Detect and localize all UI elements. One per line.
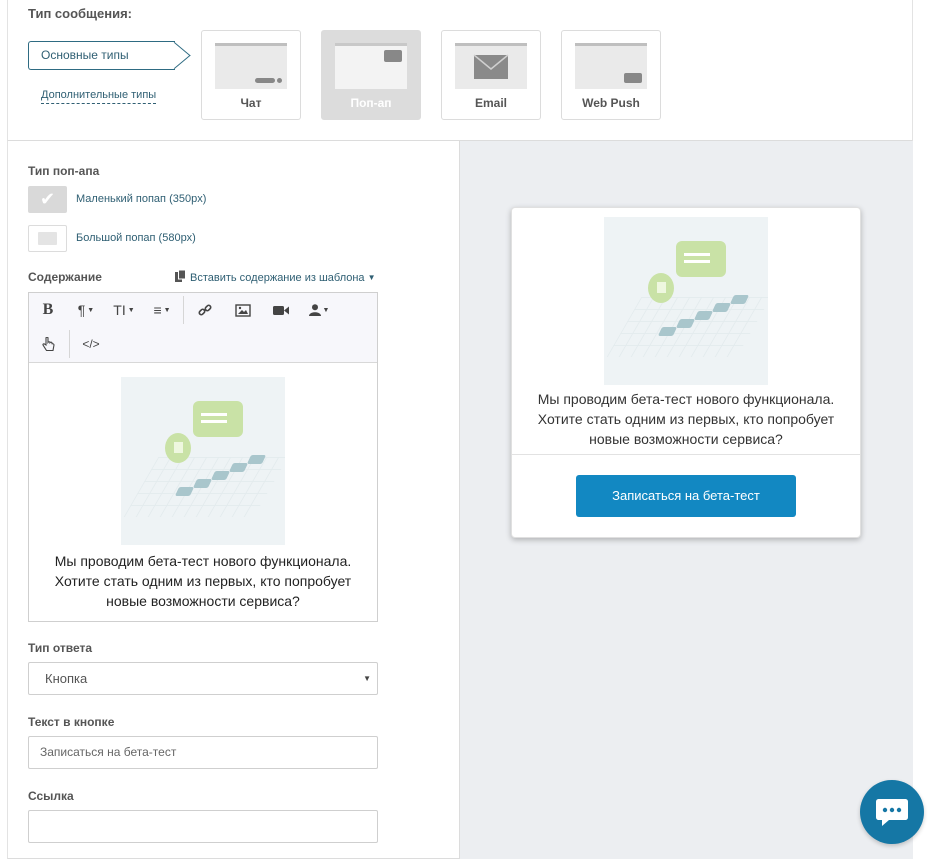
- editor-body-text[interactable]: Мы проводим бета-тест нового функционала…: [29, 551, 377, 611]
- align-button[interactable]: ≡ ▼: [143, 294, 181, 326]
- popup-preview-area: Мы проводим бета-тест нового функционала…: [460, 141, 913, 859]
- content-label: Содержание: [28, 270, 102, 284]
- popup-type-label: Тип поп-апа: [28, 164, 100, 178]
- chat-bubble-icon: [876, 799, 908, 826]
- hand-pointer-icon: [41, 336, 55, 351]
- type-card-webpush[interactable]: Web Push: [561, 30, 661, 120]
- type-card-chat[interactable]: Чат: [201, 30, 301, 120]
- font-size-icon: TI: [113, 302, 126, 318]
- check-icon[interactable]: ✔: [28, 185, 67, 213]
- type-card-label: Чат: [240, 96, 262, 110]
- popup-size-large-label: Большой попап (580px): [76, 232, 196, 244]
- align-icon: ≡: [153, 302, 162, 318]
- popup-preview-card: Мы проводим бета-тест нового функционала…: [511, 207, 861, 538]
- link-icon: [198, 304, 212, 316]
- chevron-down-icon: ▼: [363, 674, 371, 683]
- insert-template-label: Вставить содержание из шаблона: [190, 271, 365, 284]
- preview-text-line: новые возможности сервиса?: [589, 431, 783, 447]
- copy-document-icon: [175, 269, 186, 285]
- video-camera-icon: [273, 305, 289, 315]
- popup-size-large[interactable]: Большой попап (580px): [28, 224, 196, 252]
- user-variable-button[interactable]: ▼: [300, 294, 338, 326]
- user-icon: [308, 304, 321, 316]
- code-view-button[interactable]: </>: [72, 328, 110, 360]
- insert-template-link[interactable]: Вставить содержание из шаблона ▼: [175, 269, 376, 285]
- content-editor[interactable]: B ¶ ▼ TI ▼ ≡ ▼ ▼ </> Мы проводим бета-те…: [28, 292, 378, 622]
- link-button[interactable]: [186, 294, 224, 326]
- message-type-title: Тип сообщения:: [28, 6, 132, 21]
- video-button[interactable]: [262, 294, 300, 326]
- paragraph-icon: ¶: [77, 302, 86, 318]
- preview-text-line: Хотите стать одним из первых, кто попроб…: [537, 411, 835, 427]
- type-card-label: Поп-ап: [350, 96, 392, 110]
- link-label: Ссылка: [28, 789, 74, 803]
- tab-primary-types[interactable]: Основные типы: [28, 41, 175, 70]
- editor-text-line: Мы проводим бета-тест нового функционала…: [54, 553, 352, 569]
- preview-text-line: Мы проводим бета-тест нового функционала…: [537, 391, 835, 407]
- popup-preview-text: Мы проводим бета-тест нового функционала…: [512, 389, 860, 449]
- bold-button[interactable]: B: [29, 294, 67, 326]
- response-type-value: Кнопка: [45, 671, 88, 686]
- image-button[interactable]: [224, 294, 262, 326]
- caret-down-icon: ▼: [367, 273, 376, 282]
- envelope-icon: [455, 43, 527, 89]
- type-card-email[interactable]: Email: [441, 30, 541, 120]
- font-size-button[interactable]: TI ▼: [105, 294, 143, 326]
- response-type-label: Тип ответа: [28, 641, 93, 655]
- button-text-label: Текст в кнопке: [28, 715, 115, 729]
- editor-toolbar: B ¶ ▼ TI ▼ ≡ ▼ ▼ </>: [29, 293, 377, 363]
- button-text-input[interactable]: Записаться на бета-тест: [28, 736, 378, 769]
- beta-test-illustration: [121, 377, 285, 545]
- popup-preview-icon: [335, 43, 407, 89]
- beta-signup-button[interactable]: Записаться на бета-тест: [576, 475, 796, 517]
- popup-size-small-label: Маленький попап (350px): [76, 193, 207, 205]
- tab-additional-types[interactable]: Дополнительные типы: [41, 89, 157, 104]
- divider: [512, 454, 860, 455]
- message-type-panel: Тип сообщения: Основные типы Дополнитель…: [7, 0, 913, 141]
- webpush-preview-icon: [575, 43, 647, 89]
- popup-size-small[interactable]: ✔ Маленький попап (350px): [28, 185, 206, 213]
- beta-test-illustration: [604, 217, 768, 385]
- pointer-button[interactable]: [29, 328, 67, 360]
- settings-panel: Тип поп-апа ✔ Маленький попап (350px) Бо…: [7, 141, 460, 859]
- code-icon: </>: [82, 337, 100, 351]
- paragraph-button[interactable]: ¶ ▼: [67, 294, 105, 326]
- editor-text-line: новые возможности сервиса?: [106, 593, 300, 609]
- type-card-popup[interactable]: Поп-ап: [321, 30, 421, 120]
- response-type-select[interactable]: Кнопка ▼: [28, 662, 378, 695]
- chat-widget-button[interactable]: [860, 780, 924, 844]
- popup-size-large-box[interactable]: [28, 224, 67, 252]
- link-input[interactable]: [28, 810, 378, 843]
- type-card-label: Email: [474, 96, 507, 110]
- type-card-label: Web Push: [582, 96, 640, 110]
- editor-text-line: Хотите стать одним из первых, кто попроб…: [54, 573, 352, 589]
- chat-preview-icon: [215, 43, 287, 89]
- image-icon: [235, 303, 251, 317]
